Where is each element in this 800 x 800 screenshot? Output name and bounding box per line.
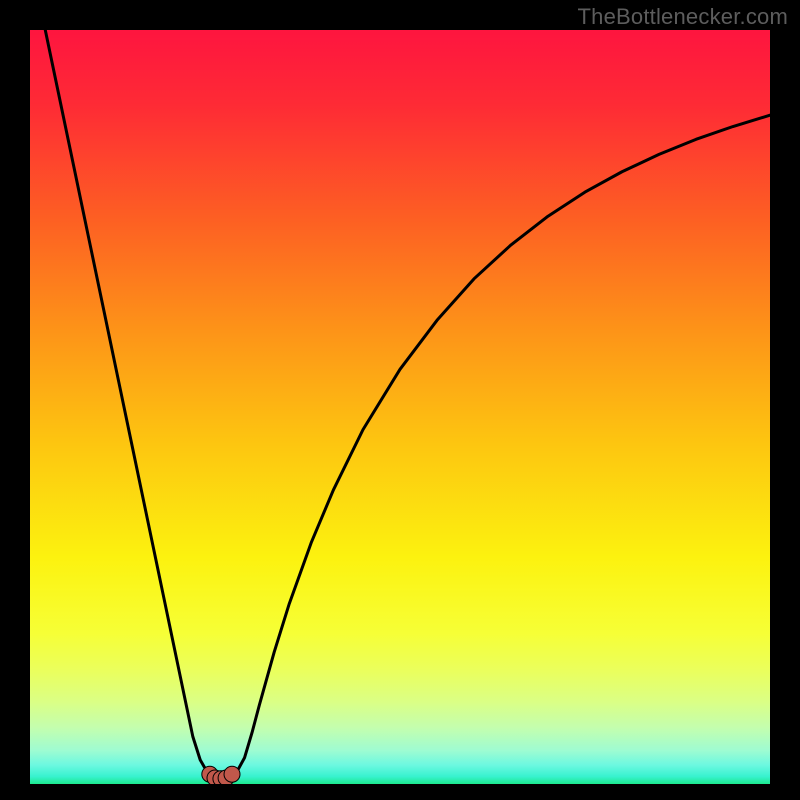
marker-dot bbox=[224, 766, 240, 782]
chart-frame: TheBottlenecker.com bbox=[0, 0, 800, 800]
gradient-background bbox=[30, 30, 770, 784]
attribution-text: TheBottlenecker.com bbox=[578, 4, 788, 30]
plot-area bbox=[30, 30, 770, 784]
chart-svg bbox=[30, 30, 770, 784]
